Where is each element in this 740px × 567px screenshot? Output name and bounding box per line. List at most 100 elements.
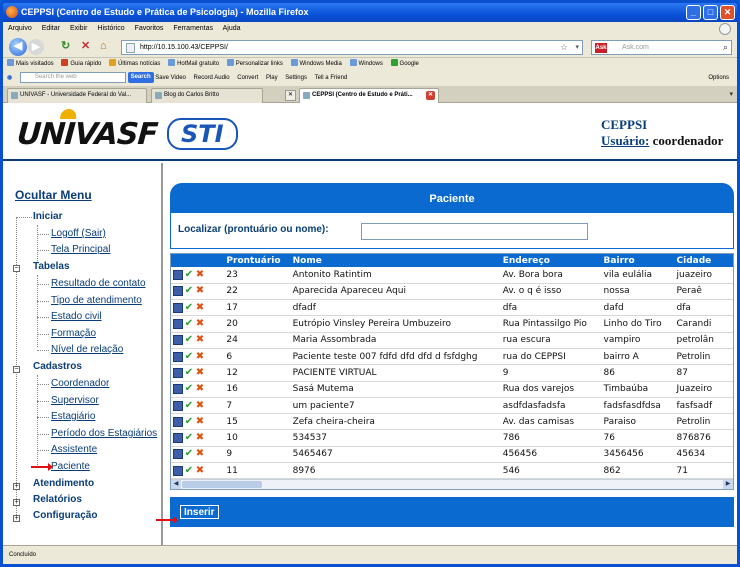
expand-configuracao-icon[interactable]: +: [13, 515, 20, 522]
edit-icon[interactable]: [173, 302, 183, 313]
expand-relatorios-icon[interactable]: +: [13, 499, 20, 506]
close-tab-icon[interactable]: ✕: [426, 91, 435, 100]
home-icon[interactable]: ⌂: [100, 38, 107, 55]
search-input[interactable]: [361, 223, 588, 240]
delete-icon[interactable]: ✖: [195, 465, 205, 476]
delete-icon[interactable]: ✖: [195, 302, 205, 313]
bookmark-star-icon[interactable]: ☆: [560, 41, 568, 54]
select-check-icon[interactable]: ✔: [184, 400, 194, 411]
column-nome[interactable]: Nome: [290, 254, 501, 267]
addon-settings[interactable]: Settings: [285, 71, 307, 86]
sidebar-item-tela-principal[interactable]: Tela Principal: [51, 244, 110, 255]
scroll-thumb[interactable]: [182, 481, 262, 488]
edit-icon[interactable]: [173, 465, 183, 476]
addon-search-button[interactable]: Search: [127, 71, 154, 83]
addon-options[interactable]: Options: [708, 71, 729, 86]
bookmark-guia-rapido[interactable]: Guia rápido: [61, 58, 101, 71]
select-check-icon[interactable]: ✔: [184, 302, 194, 313]
select-check-icon[interactable]: ✔: [184, 367, 194, 378]
bookmark-ultimas-noticias[interactable]: Últimas notícias: [109, 58, 160, 71]
bookmark-windows-media[interactable]: Windows Media: [290, 58, 342, 71]
edit-icon[interactable]: [173, 367, 183, 378]
url-dropdown-icon[interactable]: ▾: [575, 41, 579, 54]
delete-icon[interactable]: ✖: [195, 269, 205, 280]
insert-button[interactable]: Inserir: [180, 505, 219, 519]
select-check-icon[interactable]: ✔: [184, 335, 194, 345]
delete-icon[interactable]: ✖: [195, 416, 205, 427]
menu-historico[interactable]: Histórico: [97, 25, 124, 32]
collapse-cadastros-icon[interactable]: −: [13, 366, 20, 373]
select-check-icon[interactable]: ✔: [184, 269, 194, 280]
select-check-icon[interactable]: ✔: [184, 319, 194, 329]
scroll-left-icon[interactable]: ◀: [171, 480, 181, 489]
select-check-icon[interactable]: ✔: [184, 384, 194, 394]
tab-list-icon[interactable]: ▾: [729, 90, 733, 98]
edit-icon[interactable]: [173, 449, 183, 460]
sidebar-item-resultado-contato[interactable]: Resultado de contato: [51, 278, 146, 289]
addon-play[interactable]: Play: [266, 71, 278, 86]
scroll-right-icon[interactable]: ▶: [723, 480, 733, 489]
bookmark-windows[interactable]: Windows: [349, 58, 383, 71]
minimize-button[interactable]: _: [686, 5, 701, 20]
edit-icon[interactable]: [173, 433, 183, 444]
select-check-icon[interactable]: ✔: [184, 465, 194, 476]
select-check-icon[interactable]: ✔: [184, 449, 194, 459]
sidebar-item-atendimento[interactable]: Atendimento: [33, 478, 94, 489]
bookmark-google[interactable]: Google: [390, 58, 419, 71]
select-check-icon[interactable]: ✔: [184, 286, 194, 296]
reload-icon[interactable]: ↻: [61, 38, 70, 55]
delete-icon[interactable]: ✖: [195, 286, 205, 296]
bookmark-mais-visitados[interactable]: Mais visitados: [7, 58, 54, 71]
addon-save-video[interactable]: Save Video: [155, 71, 186, 86]
delete-icon[interactable]: ✖: [195, 319, 205, 329]
sidebar-item-assistente[interactable]: Assistente: [51, 444, 97, 455]
delete-icon[interactable]: ✖: [195, 400, 205, 411]
select-check-icon[interactable]: ✔: [184, 351, 194, 362]
menu-ferramentas[interactable]: Ferramentas: [173, 25, 213, 32]
stop-icon[interactable]: ✕: [81, 38, 90, 55]
sidebar-item-estagiario[interactable]: Estagiário: [51, 411, 95, 422]
sidebar-item-paciente[interactable]: Paciente: [51, 461, 90, 472]
select-check-icon[interactable]: ✔: [184, 433, 194, 443]
collapse-tabelas-icon[interactable]: −: [13, 265, 20, 272]
expand-atendimento-icon[interactable]: +: [13, 483, 20, 490]
sidebar-item-periodo-estagiarios[interactable]: Período dos Estagiários: [51, 428, 157, 439]
search-bar[interactable]: Ask Ask.com ⌕: [591, 40, 732, 55]
back-button[interactable]: ◀: [9, 38, 27, 56]
select-check-icon[interactable]: ✔: [184, 416, 194, 427]
menu-arquivo[interactable]: Arquivo: [8, 25, 32, 32]
delete-icon[interactable]: ✖: [195, 367, 205, 378]
hide-menu-link[interactable]: Ocultar Menu: [15, 188, 92, 202]
sidebar-item-supervisor[interactable]: Supervisor: [51, 395, 99, 406]
delete-icon[interactable]: ✖: [195, 335, 205, 345]
sidebar-item-configuracao[interactable]: Configuração: [33, 510, 97, 521]
tab-univasf[interactable]: UNIVASF - Universidade Federal do Val...: [7, 88, 147, 103]
menu-ajuda[interactable]: Ajuda: [223, 25, 241, 32]
addon-convert[interactable]: Convert: [237, 71, 258, 86]
edit-icon[interactable]: [173, 400, 183, 411]
menu-exibir[interactable]: Exibir: [70, 25, 88, 32]
column-endereco[interactable]: Endereço: [500, 254, 602, 267]
edit-icon[interactable]: [173, 335, 183, 346]
sidebar-item-iniciar[interactable]: Iniciar: [33, 211, 62, 222]
edit-icon[interactable]: [173, 416, 183, 427]
sidebar-item-formacao[interactable]: Formação: [51, 328, 96, 339]
close-window-button[interactable]: ✕: [720, 5, 735, 20]
edit-icon[interactable]: [173, 286, 183, 297]
sidebar-item-cadastros[interactable]: Cadastros: [33, 361, 82, 372]
forward-button[interactable]: ▶: [28, 39, 44, 55]
bookmark-personalizar-links[interactable]: Personalizar links: [226, 58, 283, 71]
column-cidade[interactable]: Cidade: [674, 254, 733, 267]
addon-search-input[interactable]: Search the web: [19, 71, 126, 83]
column-prontuario[interactable]: Prontuário: [224, 254, 291, 267]
edit-icon[interactable]: [173, 384, 183, 395]
menu-favoritos[interactable]: Favoritos: [135, 25, 164, 32]
menu-editar[interactable]: Editar: [42, 25, 60, 32]
tab-blog[interactable]: Blog do Carlos Britto: [151, 88, 263, 103]
maximize-button[interactable]: □: [703, 5, 718, 20]
addon-record-audio[interactable]: Record Audio: [194, 71, 230, 86]
sidebar-item-coordenador[interactable]: Coordenador: [51, 378, 109, 389]
edit-icon[interactable]: [173, 319, 183, 330]
sidebar-item-tipo-atendimento[interactable]: Tipo de atendimento: [51, 295, 142, 306]
bookmark-hotmail[interactable]: HotMail gratuito: [168, 58, 219, 71]
